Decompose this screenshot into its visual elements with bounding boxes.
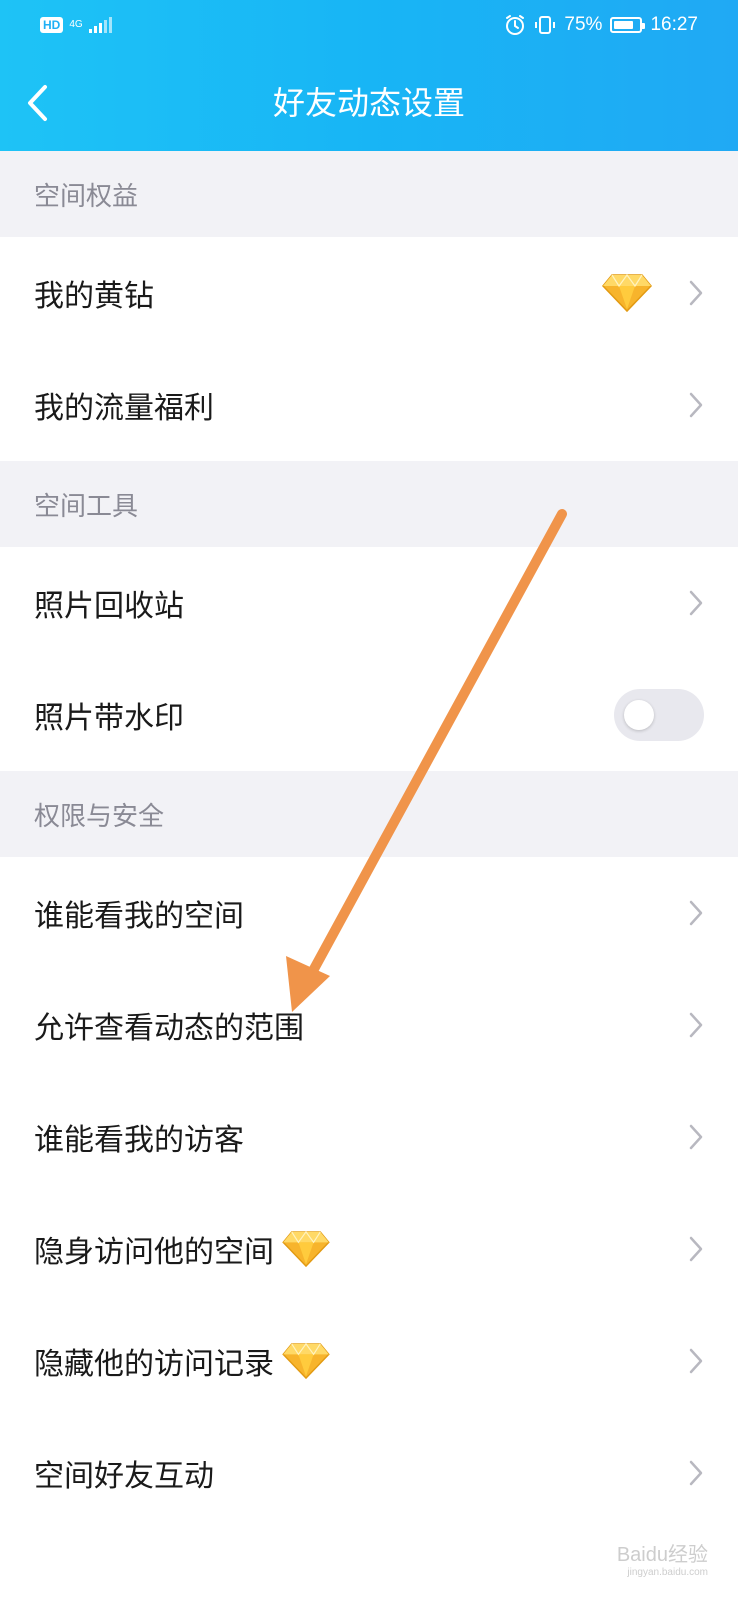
diamond-icon xyxy=(282,1342,330,1380)
row-hide-visit-records[interactable]: 隐藏他的访问记录 xyxy=(0,1305,738,1417)
row-label: 隐藏他的访问记录 xyxy=(34,1347,274,1382)
row-who-can-see-my-space[interactable]: 谁能看我的空间 xyxy=(0,857,738,969)
network-type: 4G xyxy=(69,19,83,30)
alarm-icon xyxy=(506,15,525,35)
status-right: 75% 16:27 xyxy=(504,10,698,40)
app-header: HD 4G 75% 16:27 好友动态设置 xyxy=(0,0,738,151)
signal-icon xyxy=(88,17,112,33)
chevron-right-icon xyxy=(689,392,703,418)
chevron-right-icon xyxy=(689,280,703,306)
row-photo-watermark: 照片带水印 xyxy=(0,659,738,771)
vibrate-icon xyxy=(535,16,556,34)
chevron-right-icon xyxy=(689,590,703,616)
diamond-icon xyxy=(282,1230,330,1268)
row-label: 我的流量福利 xyxy=(34,391,214,426)
status-bar: HD 4G 75% 16:27 xyxy=(0,0,738,50)
row-feed-visibility-range[interactable]: 允许查看动态的范围 xyxy=(0,969,738,1081)
row-label: 空间好友互动 xyxy=(34,1459,214,1494)
chevron-right-icon xyxy=(689,1348,703,1374)
chevron-right-icon xyxy=(689,900,703,926)
toggle-knob xyxy=(624,700,654,730)
section-header-privacy-security: 权限与安全 xyxy=(0,771,738,857)
watermark-text: Baidu经验 xyxy=(616,1544,708,1566)
chevron-right-icon xyxy=(689,1012,703,1038)
page-title: 好友动态设置 xyxy=(272,84,465,122)
row-invisible-visit[interactable]: 隐身访问他的空间 xyxy=(0,1193,738,1305)
section-header-space-benefits: 空间权益 xyxy=(0,151,738,237)
row-space-friend-interaction[interactable]: 空间好友互动 xyxy=(0,1417,738,1529)
watermark-toggle[interactable] xyxy=(614,689,704,741)
chevron-right-icon xyxy=(689,1236,703,1262)
row-label: 允许查看动态的范围 xyxy=(34,1011,304,1046)
row-who-can-see-my-visitors[interactable]: 谁能看我的访客 xyxy=(0,1081,738,1193)
chevron-right-icon xyxy=(689,1460,703,1486)
row-label: 照片带水印 xyxy=(34,701,184,736)
battery-icon xyxy=(610,17,646,33)
battery-percent: 75% xyxy=(564,14,603,35)
row-photo-recycle-bin[interactable]: 照片回收站 xyxy=(0,547,738,659)
chevron-right-icon xyxy=(689,1124,703,1150)
row-label: 我的黄钻 xyxy=(34,279,154,314)
row-my-data-benefits[interactable]: 我的流量福利 xyxy=(0,349,738,461)
diamond-icon xyxy=(602,273,652,313)
hd-badge: HD xyxy=(40,17,64,33)
row-my-yellow-diamond[interactable]: 我的黄钻 xyxy=(0,237,738,349)
row-label: 谁能看我的访客 xyxy=(34,1123,244,1158)
row-label: 隐身访问他的空间 xyxy=(34,1235,274,1270)
row-label: 照片回收站 xyxy=(34,589,184,624)
status-left: HD 4G xyxy=(40,14,112,36)
section-header-space-tools: 空间工具 xyxy=(0,461,738,547)
clock-time: 16:27 xyxy=(650,14,698,35)
row-label: 谁能看我的空间 xyxy=(34,899,244,934)
watermark-url: jingyan.baidu.com xyxy=(627,1567,708,1578)
baidu-watermark: Baidu经验 jingyan.baidu.com xyxy=(617,1538,708,1578)
